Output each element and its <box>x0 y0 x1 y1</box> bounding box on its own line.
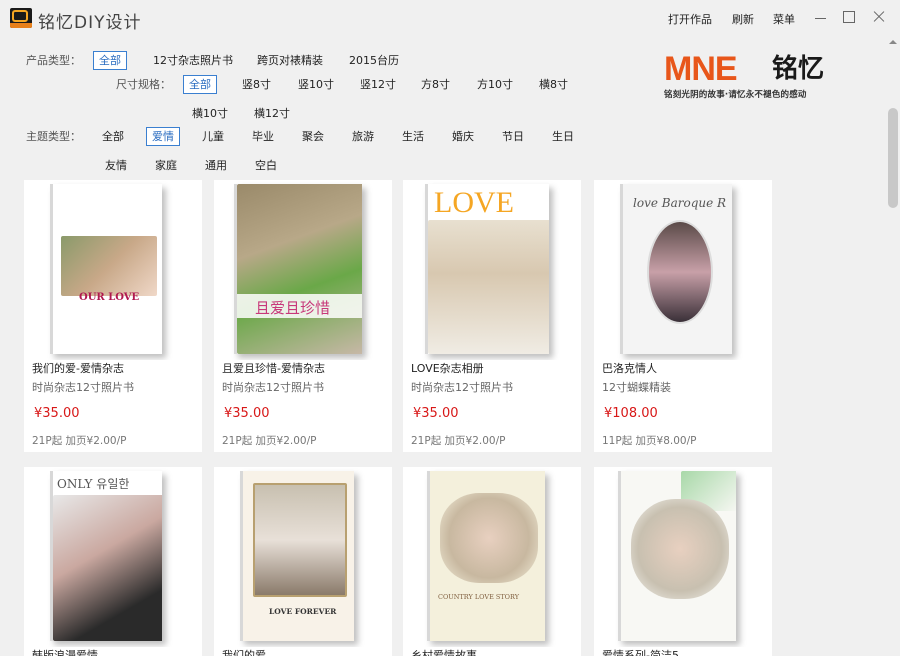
theme-friendship[interactable]: 友情 <box>99 156 133 175</box>
product-price: ¥35.00 <box>413 406 459 421</box>
size-h12[interactable]: 横12寸 <box>248 104 296 123</box>
brand-mne-text: MNE <box>664 50 738 88</box>
product-title: 乡村爱情故事 <box>411 649 477 656</box>
product-card-country-love-story[interactable]: COUNTRY LOVE STORY 乡村爱情故事 <box>403 467 581 656</box>
product-price: ¥108.00 <box>604 406 658 421</box>
title-bar: 铭忆DIY设计 打开作品 刷新 菜单 <box>0 0 900 36</box>
product-title: 韩版浪漫爱情 <box>32 649 98 656</box>
product-type-all[interactable]: 全部 <box>93 51 127 70</box>
cover-text: love Baroque R <box>633 196 727 210</box>
theme-holiday[interactable]: 节日 <box>496 127 530 146</box>
app-title: 铭忆DIY设计 <box>38 13 142 33</box>
product-card-love-magazine[interactable]: LOVE LOVE杂志相册 时尚杂志12寸照片书 ¥35.00 21P起 加页¥… <box>403 180 581 452</box>
product-type-spread-hardcover[interactable]: 跨页对裱精装 <box>251 51 329 70</box>
product-cover: 且爱且珍惜 <box>214 180 392 360</box>
theme-birthday[interactable]: 生日 <box>546 127 580 146</box>
product-info: 11P起 加页¥8.00/P <box>602 435 697 447</box>
size-sq8[interactable]: 方8寸 <box>415 75 456 94</box>
product-cover: LOVE <box>403 180 581 360</box>
theme-family[interactable]: 家庭 <box>149 156 183 175</box>
product-info: 21P起 加页¥2.00/P <box>32 435 127 447</box>
size-v10[interactable]: 竖10寸 <box>292 75 340 94</box>
product-cover: LOVE FOREVER <box>214 467 392 647</box>
cover-text: LOVE <box>434 186 514 219</box>
theme-all[interactable]: 全部 <box>96 127 130 146</box>
theme-label: 主题类型： <box>26 130 81 143</box>
product-type-label: 产品类型： <box>26 54 81 67</box>
theme-party[interactable]: 聚会 <box>296 127 330 146</box>
brand-cn-text: 铭忆 <box>772 54 825 84</box>
theme-graduation[interactable]: 毕业 <box>246 127 280 146</box>
product-subtitle: 时尚杂志12寸照片书 <box>32 381 134 394</box>
theme-wedding[interactable]: 婚庆 <box>446 127 480 146</box>
product-price: ¥35.00 <box>34 406 80 421</box>
refresh-button[interactable]: 刷新 <box>732 11 754 27</box>
app-logo-icon <box>10 8 32 28</box>
cover-text: OUR LOVE <box>79 292 140 303</box>
size-h10[interactable]: 横10寸 <box>186 104 234 123</box>
scroll-up-icon[interactable] <box>889 40 897 44</box>
product-card-our-love[interactable]: OUR LOVE 我们的爱-爱情杂志 时尚杂志12寸照片书 ¥35.00 21P… <box>24 180 202 452</box>
vertical-scrollbar[interactable] <box>886 36 900 656</box>
product-info: 21P起 加页¥2.00/P <box>222 435 317 447</box>
product-cover: OUR LOVE <box>24 180 202 360</box>
product-cover: COUNTRY LOVE STORY <box>403 467 581 647</box>
product-title: 爱情系列-简洁5 <box>602 649 679 656</box>
product-title: 我们的爱 <box>222 649 266 656</box>
brand-logo: MNE 铭忆 铭刻光阴的故事·请忆永不褪色的感动 <box>664 52 844 102</box>
size-v8[interactable]: 竖8寸 <box>236 75 277 94</box>
product-info: 21P起 加页¥2.00/P <box>411 435 506 447</box>
product-subtitle: 12寸蝴蝶精装 <box>602 381 671 394</box>
minimize-icon[interactable] <box>812 8 830 26</box>
menu-button[interactable]: 菜单 <box>773 11 795 27</box>
product-cover: ONLY 유일한 <box>24 467 202 647</box>
cover-text: COUNTRY LOVE STORY <box>438 593 519 601</box>
cover-text: LOVE FOREVER <box>269 607 337 616</box>
open-work-button[interactable]: 打开作品 <box>668 11 712 27</box>
size-label: 尺寸规格： <box>116 78 171 91</box>
product-card-simple-5[interactable]: 爱情系列-简洁5 <box>594 467 772 656</box>
theme-travel[interactable]: 旅游 <box>346 127 380 146</box>
product-cover <box>594 467 772 647</box>
cover-text: 且爱且珍惜 <box>255 299 331 317</box>
product-type-2015-calendar[interactable]: 2015台历 <box>343 51 405 70</box>
product-title: LOVE杂志相册 <box>411 362 484 375</box>
theme-life[interactable]: 生活 <box>396 127 430 146</box>
scroll-thumb[interactable] <box>888 108 898 208</box>
product-card-baroque-lover[interactable]: love Baroque R 巴洛克情人 12寸蝴蝶精装 ¥108.00 11P… <box>594 180 772 452</box>
cover-text: ONLY 유일한 <box>57 477 130 491</box>
size-all[interactable]: 全部 <box>183 75 217 94</box>
product-cover: love Baroque R <box>594 180 772 360</box>
maximize-icon[interactable] <box>840 8 858 26</box>
size-h8[interactable]: 横8寸 <box>533 75 574 94</box>
close-icon[interactable] <box>870 8 888 26</box>
product-title: 且爱且珍惜-爱情杂志 <box>222 362 325 375</box>
size-sq10[interactable]: 方10寸 <box>471 75 519 94</box>
theme-general[interactable]: 通用 <box>199 156 233 175</box>
product-card-korean-romance[interactable]: ONLY 유일한 韩版浪漫爱情 <box>24 467 202 656</box>
product-price: ¥35.00 <box>224 406 270 421</box>
product-title: 我们的爱-爱情杂志 <box>32 362 124 375</box>
size-v12[interactable]: 竖12寸 <box>354 75 402 94</box>
product-subtitle: 时尚杂志12寸照片书 <box>222 381 324 394</box>
theme-children[interactable]: 儿童 <box>196 127 230 146</box>
product-subtitle: 时尚杂志12寸照片书 <box>411 381 513 394</box>
product-type-12-magazine[interactable]: 12寸杂志照片书 <box>147 51 239 70</box>
brand-slogan: 铭刻光阴的故事·请忆永不褪色的感动 <box>664 90 807 100</box>
product-card-cherish-love[interactable]: 且爱且珍惜 且爱且珍惜-爱情杂志 时尚杂志12寸照片书 ¥35.00 21P起 … <box>214 180 392 452</box>
theme-love[interactable]: 爱情 <box>146 127 180 146</box>
product-card-our-love-2[interactable]: LOVE FOREVER 我们的爱 <box>214 467 392 656</box>
theme-blank[interactable]: 空白 <box>249 156 283 175</box>
product-title: 巴洛克情人 <box>602 362 657 375</box>
